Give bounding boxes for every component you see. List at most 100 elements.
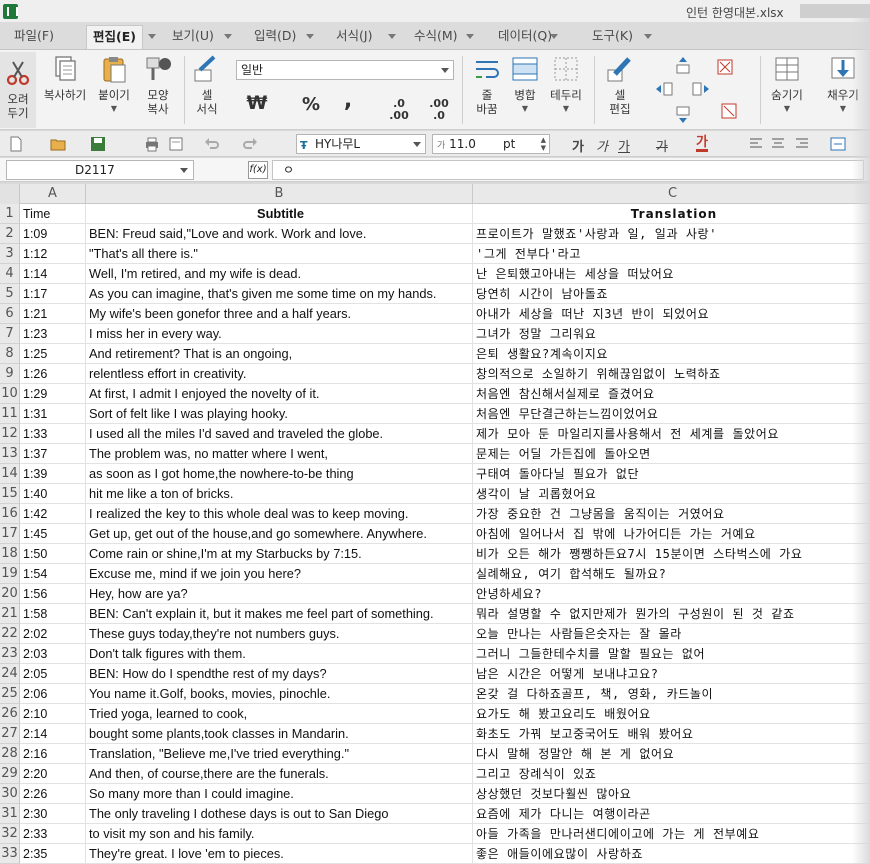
row-number[interactable]: 27: [0, 724, 20, 744]
cell[interactable]: 1:56: [20, 584, 86, 604]
cell[interactable]: BEN: Freud said,"Love and work. Work and…: [86, 224, 473, 244]
cell[interactable]: Come rain or shine,I'm at my Starbucks b…: [86, 544, 473, 564]
cell[interactable]: At first, I admit I enjoyed the novelty …: [86, 384, 473, 404]
menu-item[interactable]: 편집(E): [86, 25, 143, 49]
row-number[interactable]: 11: [0, 404, 20, 424]
cell[interactable]: 1:12: [20, 244, 86, 264]
row-number[interactable]: 20: [0, 584, 20, 604]
redo-icon[interactable]: [242, 136, 258, 152]
cell[interactable]: 아침에 일어나서 집 밖에 나가어디든 가는 거예요: [473, 524, 870, 544]
cell[interactable]: hit me like a ton of bricks.: [86, 484, 473, 504]
cell[interactable]: 1:17: [20, 284, 86, 304]
row-number[interactable]: 33: [0, 844, 20, 864]
cell[interactable]: 처음엔 참신해서실제로 즐겼어요: [473, 384, 870, 404]
cell[interactable]: 은퇴 생활요?계속이지요: [473, 344, 870, 364]
cell[interactable]: Get up, get out of the house,and go some…: [86, 524, 473, 544]
cell[interactable]: 다시 말해 정말안 해 본 게 없어요: [473, 744, 870, 764]
font-family-select[interactable]: Ŧ HY나무L: [296, 134, 426, 154]
cell[interactable]: 화초도 가꿔 보고중국어도 배워 봤어요: [473, 724, 870, 744]
cell[interactable]: These guys today,they're not numbers guy…: [86, 624, 473, 644]
cell[interactable]: 1:23: [20, 324, 86, 344]
row-number[interactable]: 7: [0, 324, 20, 344]
insert-column-right-icon[interactable]: [692, 80, 710, 98]
cell[interactable]: You name it.Golf, books, movies, pinochl…: [86, 684, 473, 704]
new-document-icon[interactable]: [8, 136, 24, 152]
menu-item[interactable]: 입력(D): [254, 27, 296, 47]
column-header-c[interactable]: C: [473, 184, 870, 204]
italic-button[interactable]: 가: [596, 136, 608, 155]
cell[interactable]: 1:26: [20, 364, 86, 384]
row-number[interactable]: 5: [0, 284, 20, 304]
increase-decimal-button[interactable]: .0 .00: [382, 98, 416, 122]
cell[interactable]: They're great. I love 'em to pieces.: [86, 844, 473, 864]
borders-button[interactable]: 테두리 ▼: [546, 54, 586, 116]
align-right-icon[interactable]: [794, 136, 810, 152]
fill-button[interactable]: 채우기 ▼: [822, 54, 864, 116]
cell[interactable]: 1:09: [20, 224, 86, 244]
align-left-icon[interactable]: [748, 136, 764, 152]
row-number[interactable]: 17: [0, 524, 20, 544]
column-header-b[interactable]: B: [86, 184, 473, 204]
insert-row-above-icon[interactable]: [674, 56, 692, 74]
cell[interactable]: 2:16: [20, 744, 86, 764]
cell[interactable]: "That's all there is.": [86, 244, 473, 264]
row-number[interactable]: 13: [0, 444, 20, 464]
row-number[interactable]: 4: [0, 264, 20, 284]
merge-cells-button[interactable]: 병합 ▼: [508, 54, 542, 116]
chevron-down-icon[interactable]: [306, 34, 314, 39]
cell[interactable]: Don't talk figures with them.: [86, 644, 473, 664]
cell[interactable]: 문제는 어딜 가든집에 돌아오면: [473, 444, 870, 464]
row-number[interactable]: 15: [0, 484, 20, 504]
cell[interactable]: 1:45: [20, 524, 86, 544]
print-preview-icon[interactable]: [168, 136, 184, 152]
cell[interactable]: 1:42: [20, 504, 86, 524]
menu-item[interactable]: 도구(K): [592, 27, 633, 47]
row-number[interactable]: 28: [0, 744, 20, 764]
cell[interactable]: as soon as I got home,the nowhere-to-be …: [86, 464, 473, 484]
cell[interactable]: 그러니 그들한테수치를 말할 필요는 없어: [473, 644, 870, 664]
cell[interactable]: 1:25: [20, 344, 86, 364]
paste-button[interactable]: 붙이기 ▼: [94, 54, 134, 116]
cell[interactable]: 1:21: [20, 304, 86, 324]
save-icon[interactable]: [90, 136, 106, 152]
cell[interactable]: Translation, "Believe me,I've tried ever…: [86, 744, 473, 764]
cell[interactable]: Translation: [473, 204, 870, 224]
cell[interactable]: I miss her in every way.: [86, 324, 473, 344]
cell[interactable]: 가장 중요한 건 그냥몸을 움직이는 거였어요: [473, 504, 870, 524]
cell[interactable]: Hey, how are ya?: [86, 584, 473, 604]
cell[interactable]: As you can imagine, that's given me some…: [86, 284, 473, 304]
print-icon[interactable]: [144, 136, 160, 152]
cell[interactable]: 실례해요, 여기 합석해도 될까요?: [473, 564, 870, 584]
number-format-select[interactable]: 일반: [236, 60, 454, 80]
row-number[interactable]: 29: [0, 764, 20, 784]
cell[interactable]: Tried yoga, learned to cook,: [86, 704, 473, 724]
cell[interactable]: 1:37: [20, 444, 86, 464]
cell[interactable]: 창의적으로 소일하기 위해끊임없이 노력하죠: [473, 364, 870, 384]
underline-button[interactable]: 가: [618, 136, 630, 155]
cell[interactable]: 안녕하세요?: [473, 584, 870, 604]
cell[interactable]: 1:40: [20, 484, 86, 504]
cell[interactable]: 2:20: [20, 764, 86, 784]
cell[interactable]: 요즘에 제가 다니는 여행이라곤: [473, 804, 870, 824]
cell-edit-button[interactable]: 셀 편집: [600, 54, 640, 116]
row-number[interactable]: 8: [0, 344, 20, 364]
cell[interactable]: relentless effort in creativity.: [86, 364, 473, 384]
chevron-down-icon[interactable]: [466, 34, 474, 39]
undo-icon[interactable]: [204, 136, 220, 152]
cell[interactable]: I realized the key to this whole deal wa…: [86, 504, 473, 524]
function-icon[interactable]: f(x): [248, 161, 268, 179]
row-number[interactable]: 19: [0, 564, 20, 584]
insert-column-left-icon[interactable]: [655, 80, 673, 98]
cell[interactable]: 1:58: [20, 604, 86, 624]
row-number[interactable]: 16: [0, 504, 20, 524]
cell[interactable]: 요가도 해 봤고요리도 배웠어요: [473, 704, 870, 724]
cell[interactable]: to visit my son and his family.: [86, 824, 473, 844]
cell[interactable]: 2:02: [20, 624, 86, 644]
cell[interactable]: 좋은 애들이에요많이 사랑하죠: [473, 844, 870, 864]
cell[interactable]: Sort of felt like I was playing hooky.: [86, 404, 473, 424]
cell[interactable]: 1:29: [20, 384, 86, 404]
row-number[interactable]: 18: [0, 544, 20, 564]
spinner-icon[interactable]: ▲ ▼: [541, 136, 546, 152]
chevron-down-icon[interactable]: [224, 34, 232, 39]
chevron-down-icon[interactable]: [388, 34, 396, 39]
